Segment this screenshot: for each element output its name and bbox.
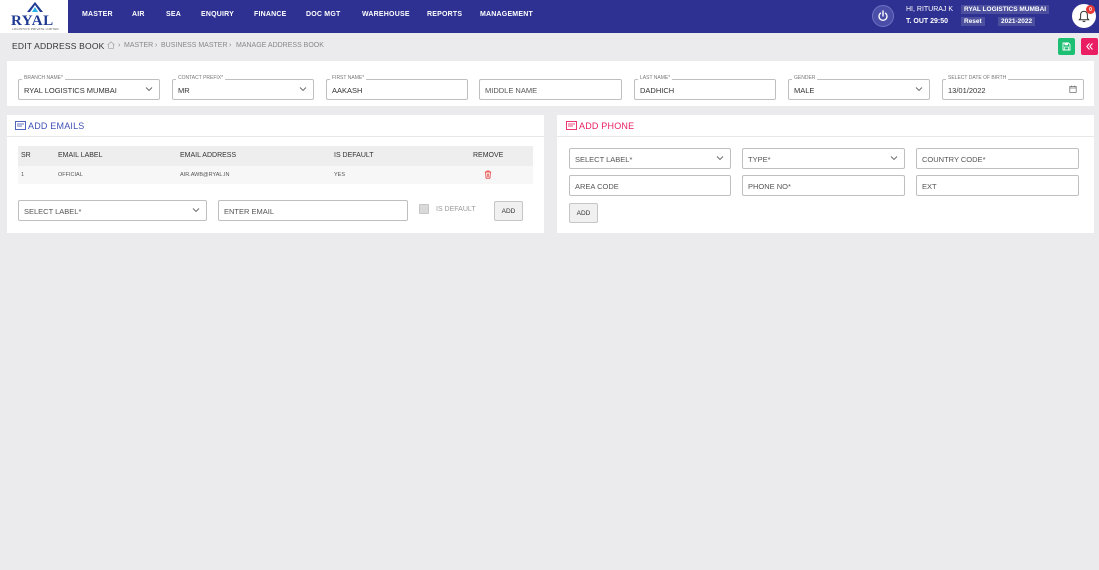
date-of-birth-value: 13/01/2022 bbox=[948, 86, 986, 95]
chevron-down-icon bbox=[915, 87, 923, 92]
extension-placeholder: EXT bbox=[922, 182, 937, 191]
branch-name-select[interactable]: BRANCH NAME* RYAL LOGISTICS MUMBAI bbox=[18, 75, 160, 100]
reset-button[interactable]: Reset bbox=[961, 17, 985, 26]
double-chevron-left-icon bbox=[1086, 43, 1093, 50]
breadcrumb-separator: › bbox=[229, 42, 232, 49]
branch-name-label: BRANCH NAME* bbox=[22, 75, 65, 81]
add-phone-button[interactable]: ADD bbox=[569, 203, 598, 223]
chevron-down-icon bbox=[145, 87, 153, 92]
phone-number-placeholder: PHONE NO* bbox=[748, 182, 791, 191]
date-of-birth-label: SELECT DATE OF BIRTH bbox=[946, 75, 1009, 81]
emails-table-header: SR EMAIL LABEL EMAIL ADDRESS IS DEFAULT … bbox=[18, 146, 533, 166]
extension-input[interactable]: EXT bbox=[916, 175, 1079, 196]
gender-value: MALE bbox=[794, 86, 815, 95]
phone-label-placeholder: SELECT LABEL* bbox=[575, 155, 633, 164]
chevron-down-icon bbox=[716, 156, 724, 161]
nav-item-reports[interactable]: REPORTS bbox=[427, 11, 462, 18]
area-code-input[interactable]: AREA CODE bbox=[569, 175, 731, 196]
middle-name-input[interactable]: MIDDLE NAME bbox=[479, 79, 622, 100]
gender-select[interactable]: GENDER MALE bbox=[788, 75, 930, 100]
first-name-label: FIRST NAME* bbox=[330, 75, 367, 81]
breadcrumb-business-master[interactable]: BUSINESS MASTER bbox=[161, 42, 228, 49]
middle-name-placeholder: MIDDLE NAME bbox=[485, 86, 538, 95]
logout-button[interactable] bbox=[872, 5, 894, 27]
email-input-placeholder: ENTER EMAIL bbox=[224, 207, 275, 216]
contact-prefix-label: CONTACT PREFIX* bbox=[176, 75, 226, 81]
is-default-label: IS DEFAULT bbox=[436, 206, 476, 213]
column-header-remove: REMOVE bbox=[473, 152, 504, 159]
column-header-email-address: EMAIL ADDRESS bbox=[180, 152, 237, 159]
phone-number-input[interactable]: PHONE NO* bbox=[742, 175, 905, 196]
gender-label: GENDER bbox=[792, 75, 818, 81]
logo-subtext: LOGISTICS PRIVATE LIMITED bbox=[12, 27, 59, 31]
last-name-input[interactable]: LAST NAME* DADHICH bbox=[634, 75, 776, 100]
notification-badge: 0 bbox=[1086, 5, 1095, 14]
contact-prefix-value: MR bbox=[178, 86, 190, 95]
breadcrumb-master[interactable]: MASTER bbox=[124, 42, 153, 49]
nav-item-warehouse[interactable]: WAREHOUSE bbox=[362, 11, 410, 18]
date-of-birth-picker[interactable]: SELECT DATE OF BIRTH 13/01/2022 bbox=[942, 75, 1084, 100]
cell-is-default: YES bbox=[334, 172, 346, 178]
is-default-checkbox[interactable] bbox=[419, 204, 429, 214]
chevron-down-icon bbox=[192, 208, 200, 213]
top-navbar: RYAL LOGISTICS PRIVATE LIMITED MASTER AI… bbox=[0, 0, 1099, 33]
breadcrumb-separator: › bbox=[118, 42, 121, 49]
nav-item-master[interactable]: MASTER bbox=[82, 11, 113, 18]
first-name-input[interactable]: FIRST NAME* AAKASH bbox=[326, 75, 468, 100]
logo[interactable]: RYAL LOGISTICS PRIVATE LIMITED bbox=[0, 0, 68, 33]
branch-name-value: RYAL LOGISTICS MUMBAI bbox=[24, 86, 117, 95]
phone-label-select[interactable]: SELECT LABEL* bbox=[569, 148, 731, 169]
nav-item-management[interactable]: MANAGEMENT bbox=[480, 11, 533, 18]
save-icon bbox=[1062, 42, 1071, 51]
company-selector[interactable]: RYAL LOGISTICS MUMBAI bbox=[961, 5, 1050, 14]
emails-section-title: ADD EMAILS bbox=[28, 121, 85, 131]
add-email-button[interactable]: ADD bbox=[494, 201, 523, 221]
email-label-select[interactable]: SELECT LABEL* bbox=[18, 200, 207, 221]
save-button[interactable] bbox=[1058, 38, 1075, 55]
session-timeout: T. OUT 29:50 bbox=[906, 18, 949, 25]
user-greeting: HI, RITURAJ K bbox=[906, 6, 954, 13]
email-section-icon bbox=[15, 121, 26, 130]
contact-prefix-select[interactable]: CONTACT PREFIX* MR bbox=[172, 75, 314, 100]
last-name-label: LAST NAME* bbox=[638, 75, 673, 81]
phone-type-select[interactable]: TYPE* bbox=[742, 148, 905, 169]
collapse-button[interactable] bbox=[1081, 38, 1098, 55]
trash-icon[interactable] bbox=[484, 170, 492, 179]
column-header-email-label: EMAIL LABEL bbox=[58, 152, 103, 159]
phone-card bbox=[557, 115, 1094, 233]
email-input[interactable]: ENTER EMAIL bbox=[218, 200, 408, 221]
column-header-is-default: IS DEFAULT bbox=[334, 152, 374, 159]
cell-email-label: OFFICIAL bbox=[58, 172, 83, 178]
last-name-value: DADHICH bbox=[640, 86, 675, 95]
home-icon[interactable] bbox=[106, 40, 116, 50]
cell-email-address: AIR.AWB@RYAL.IN bbox=[180, 172, 230, 178]
country-code-placeholder: COUNTRY CODE* bbox=[922, 155, 986, 164]
phone-type-placeholder: TYPE* bbox=[748, 155, 771, 164]
chevron-down-icon bbox=[890, 156, 898, 161]
divider bbox=[557, 136, 1094, 137]
column-header-sr: SR bbox=[21, 152, 31, 159]
cell-sr: 1 bbox=[21, 172, 25, 178]
first-name-value: AAKASH bbox=[332, 86, 363, 95]
area-code-placeholder: AREA CODE bbox=[575, 182, 619, 191]
phone-section-title: ADD PHONE bbox=[579, 121, 635, 131]
nav-item-doc-mgt[interactable]: DOC MGT bbox=[306, 11, 340, 18]
calendar-icon[interactable] bbox=[1069, 85, 1077, 93]
nav-item-finance[interactable]: FINANCE bbox=[254, 11, 287, 18]
nav-item-sea[interactable]: SEA bbox=[166, 11, 181, 18]
country-code-input[interactable]: COUNTRY CODE* bbox=[916, 148, 1079, 169]
financial-year-selector[interactable]: 2021-2022 bbox=[998, 17, 1036, 26]
chevron-down-icon bbox=[299, 87, 307, 92]
phone-section-icon bbox=[566, 121, 577, 130]
power-icon bbox=[878, 10, 888, 22]
page-title: EDIT ADDRESS BOOK bbox=[12, 41, 105, 51]
breadcrumb-manage-address-book: MANAGE ADDRESS BOOK bbox=[236, 42, 324, 49]
email-label-placeholder: SELECT LABEL* bbox=[24, 207, 82, 216]
nav-item-enquiry[interactable]: ENQUIRY bbox=[201, 11, 234, 18]
table-row: 1 OFFICIAL AIR.AWB@RYAL.IN YES bbox=[18, 166, 533, 184]
divider bbox=[7, 136, 544, 137]
nav-item-air[interactable]: AIR bbox=[132, 11, 145, 18]
breadcrumb-separator: › bbox=[155, 42, 158, 49]
